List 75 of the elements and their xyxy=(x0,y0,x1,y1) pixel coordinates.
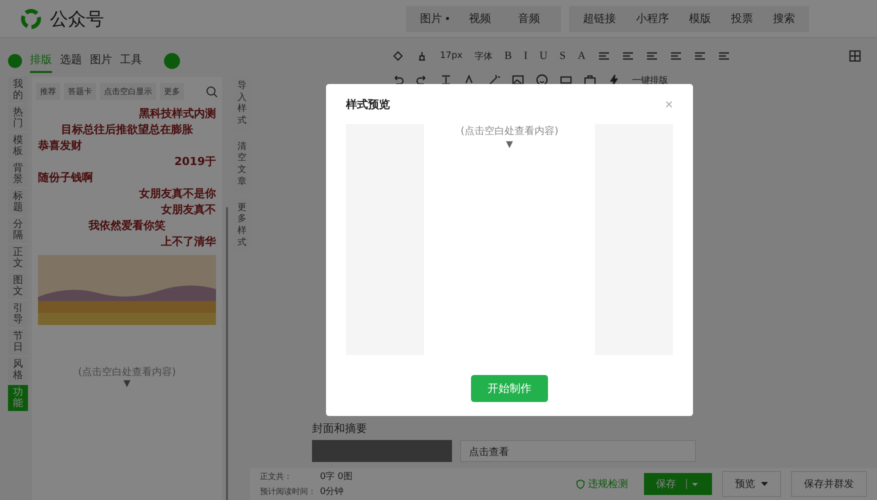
insert-tool[interactable]: 投票 xyxy=(723,11,761,26)
panel-tab[interactable]: 排版 xyxy=(30,48,52,73)
format-button[interactable]: S xyxy=(559,50,566,62)
align-icon[interactable] xyxy=(718,50,730,62)
style-sample[interactable]: 恭喜发财 xyxy=(38,138,82,154)
video-icon[interactable] xyxy=(560,74,572,86)
align-icon[interactable] xyxy=(598,50,610,62)
category-tab[interactable]: 功能 xyxy=(8,385,28,411)
filter-chip[interactable]: 答题卡 xyxy=(64,83,96,100)
insert-tool[interactable]: 模版 xyxy=(681,11,719,26)
preview-hint: (点击空白处查看内容) xyxy=(460,124,560,138)
format-button[interactable]: I xyxy=(524,50,528,62)
dialog-title: 样式预览 xyxy=(346,96,390,112)
style-sample[interactable]: 黑科技样式内测 xyxy=(139,106,216,122)
image-icon[interactable] xyxy=(512,74,524,86)
word-count-label: 正文共： xyxy=(260,471,293,482)
format-button[interactable]: A xyxy=(578,50,586,62)
stamp-icon[interactable] xyxy=(416,50,428,62)
one-click-layout-button[interactable]: 一键排版 xyxy=(632,74,668,86)
style-sample[interactable]: 目标总往后推欲望总在膨胀 xyxy=(61,122,193,138)
undo-icon[interactable] xyxy=(392,74,404,86)
down-arrow: ▼ xyxy=(505,140,514,150)
read-time-value: 0分钟 xyxy=(320,486,345,498)
spacing-icon[interactable] xyxy=(440,74,452,86)
style-sample[interactable]: 女朋友真不 xyxy=(161,202,216,218)
toggle-dot[interactable] xyxy=(164,52,180,68)
preview-button[interactable]: 预览 xyxy=(722,471,781,497)
insert-tool[interactable]: 视频 xyxy=(461,11,506,26)
publish-button[interactable]: 保存并群发 xyxy=(791,471,867,497)
style-sample[interactable]: 上不了清华 xyxy=(161,234,216,250)
preview-hint: (点击空白处查看内容) xyxy=(77,366,177,380)
paint-bucket-icon[interactable] xyxy=(392,50,404,62)
insert-tool[interactable]: 小程序 xyxy=(628,11,677,26)
table-icon[interactable] xyxy=(849,50,861,62)
style-sample[interactable]: 我依然爱看你笑 xyxy=(88,218,166,234)
filter-chip[interactable]: 推荐 xyxy=(36,83,60,100)
align-icon[interactable] xyxy=(622,50,634,62)
align-icon[interactable] xyxy=(670,50,682,62)
panel-tab[interactable]: 选题 xyxy=(60,48,82,73)
read-time-label: 预计阅读时间： xyxy=(260,486,316,497)
panel-tab[interactable]: 图片 xyxy=(90,48,112,73)
logo-icon xyxy=(20,8,42,30)
close-button[interactable]: × xyxy=(664,96,673,112)
down-arrow: ▼ xyxy=(122,379,132,390)
style-sample[interactable]: 女朋友真不是你 xyxy=(139,186,216,202)
font-dropdown[interactable]: 17px xyxy=(440,51,462,61)
filter-chip[interactable]: 点击空白显示 xyxy=(100,83,156,100)
app-title: 公众号 xyxy=(50,8,104,30)
magic-wand-icon[interactable] xyxy=(488,74,500,86)
style-sample[interactable]: 2019于 xyxy=(174,154,216,170)
caret-icon xyxy=(761,482,768,486)
format-button[interactable]: B xyxy=(504,50,512,62)
font-dropdown[interactable]: 字体 xyxy=(474,50,492,62)
smiley-icon[interactable] xyxy=(536,74,548,86)
insert-tool[interactable]: 音频 xyxy=(510,11,555,26)
search-icon[interactable] xyxy=(206,86,218,98)
align-icon[interactable] xyxy=(646,50,658,62)
insert-tool[interactable]: 搜索 xyxy=(765,11,803,26)
align-icon[interactable] xyxy=(694,50,706,62)
summary-field[interactable]: 点击查看 xyxy=(460,440,696,462)
filter-chip[interactable]: 更多 xyxy=(160,83,184,100)
format-button[interactable]: U xyxy=(540,50,548,62)
panel-tab[interactable]: 工具 xyxy=(120,48,142,73)
insert-tool[interactable]: 超链接 xyxy=(575,11,624,26)
save-button[interactable]: 保存 xyxy=(644,473,712,495)
shield-icon xyxy=(576,479,585,489)
word-count-value: 0字 0图 xyxy=(320,470,352,483)
start-button[interactable]: 开始制作 xyxy=(471,375,548,402)
badge-icon xyxy=(8,54,22,68)
redo-icon[interactable] xyxy=(416,74,428,86)
lightning-icon[interactable] xyxy=(608,74,620,86)
insert-tool[interactable]: 图片 xyxy=(412,11,457,26)
section-title: 封面和摘要 xyxy=(312,421,368,436)
check-button[interactable]: 违规检测 xyxy=(570,476,634,492)
style-sample[interactable]: 随份子钱啊 xyxy=(38,170,93,186)
